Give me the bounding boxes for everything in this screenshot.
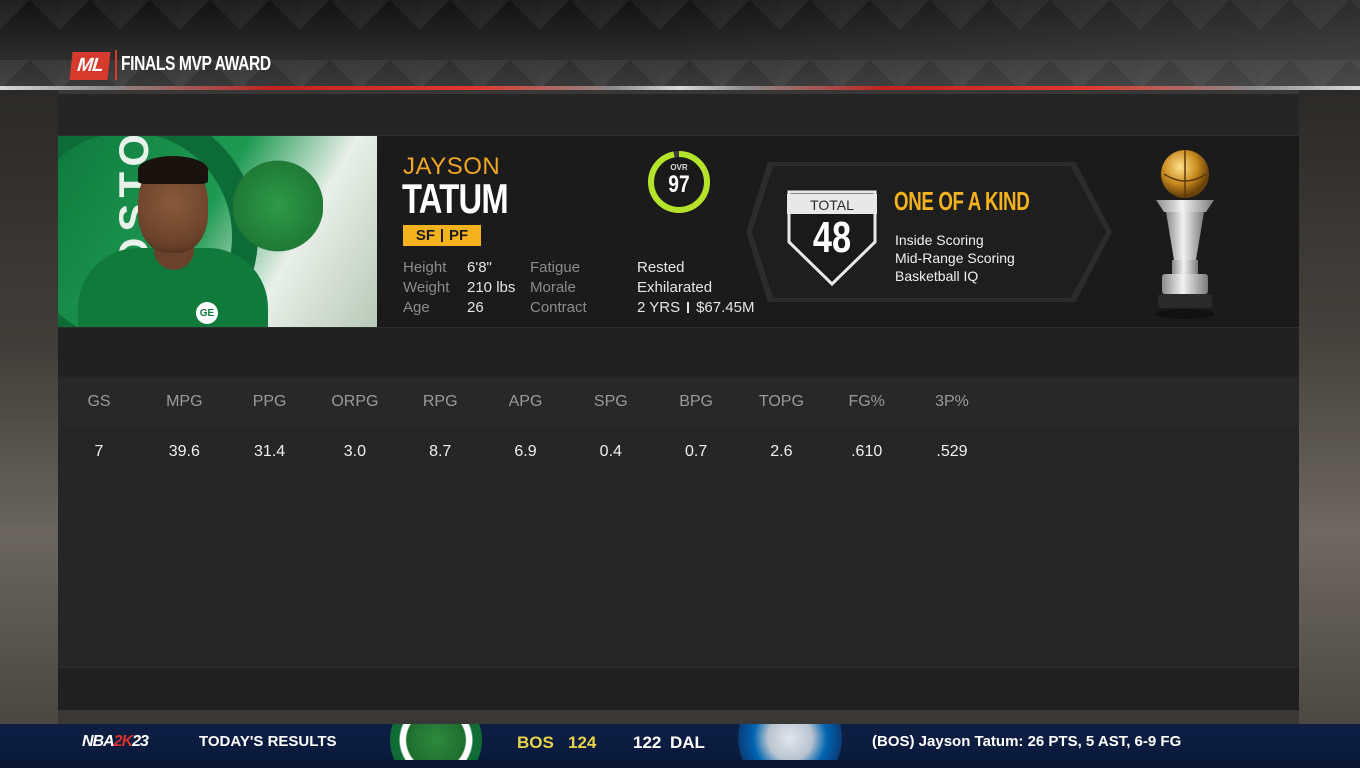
contract-label: Contract [530,299,587,316]
ovr-value: 97 [668,171,690,198]
stat-header: TOPG [758,393,804,410]
away-team: DAL [670,733,705,752]
bio-labels-2: Fatigue Morale Contract [530,258,587,318]
myleague-logo: ML [69,52,111,80]
weight-label: Weight [403,279,450,296]
ticker-bottom-bar [0,760,1360,768]
home-score: 124 [568,733,597,752]
player-last-name: TATUM [402,175,509,222]
backdrop-left [0,90,58,724]
stat-header: BPG [679,393,713,410]
stat-header: ORPG [331,393,379,410]
contract-years: 2 YRS [637,299,681,316]
finals-mvp-trophy-icon [1155,150,1215,319]
ovr-rating: OVR 97 [645,148,713,216]
stat-value: 6.9 [514,443,537,460]
logo-text: ML [76,55,104,76]
weight-value: 210 lbs [467,279,516,296]
position-divider [441,229,443,242]
stat-value: 39.6 [168,443,200,460]
brand-part: NBA [82,733,115,750]
position-badge: SF PF [403,225,481,246]
height-value: 6'8" [467,259,492,276]
sponsor-patch: GE [196,302,218,324]
contract-amount: $67.45M [696,299,755,316]
badge-item: Inside Scoring [895,232,984,248]
age-label: Age [403,299,430,316]
stat-value: 7 [94,443,104,460]
ticker-label: TODAY'S RESULTS [199,733,337,750]
bio-labels-1: Height Weight Age [403,258,449,318]
stat-header: APG [508,393,543,410]
brand-part: 2K [113,733,133,750]
player-photo: BOSTO GE [58,136,377,327]
stat-header: FG% [848,393,885,410]
panel-footer [58,667,1299,710]
celtics-logo-icon [390,724,482,760]
away-score: 122 [633,733,662,752]
stat-value: .529 [936,443,968,460]
clover-graphic [233,146,323,266]
stat-value: 3.0 [343,443,367,460]
page-title: FINALS MVP AWARD [121,53,271,75]
stat-value: 0.7 [684,443,708,460]
stat-header: GS [87,393,111,410]
badge-title: ONE OF A KIND [894,186,1030,216]
nba2k23-logo: NBA2K23 [82,733,149,751]
total-label: TOTAL [810,197,854,213]
backdrop-right [1299,90,1360,724]
header-separator [115,50,117,80]
panel-divider [58,327,1299,375]
brand-part: 23 [132,733,149,750]
position-primary: SF [415,227,435,244]
fatigue-value: Rested [637,259,685,276]
stat-value: 31.4 [254,443,286,460]
bio-values-2: Rested Exhilarated 2 YRS $67.45M [637,258,754,318]
stat-value: 2.6 [770,443,793,460]
stat-header: 3P% [935,393,969,410]
stat-value: .610 [851,443,883,460]
badge-item: Mid-Range Scoring [895,250,1015,266]
stat-value: 0.4 [599,443,622,460]
stat-header: SPG [593,393,628,410]
age-value: 26 [467,299,484,316]
home-team: BOS [517,733,554,752]
header-accent-line [0,86,1360,90]
mavericks-logo-icon [734,724,844,760]
bio-values-1: 6'8" 210 lbs 26 [467,258,515,318]
award-panel: BOSTO GE JAYSON TATUM SF PF Height Weigh… [58,94,1299,710]
height-label: Height [403,259,447,276]
player-hair [138,156,208,184]
contract-value: 2 YRS $67.45M [637,298,754,318]
stat-value: 8.7 [429,443,452,460]
fatigue-label: Fatigue [530,259,581,276]
morale-label: Morale [530,279,576,296]
position-secondary: PF [449,227,469,244]
ticker-headline: (BOS) Jayson Tatum: 26 PTS, 5 AST, 6-9 F… [872,733,1182,750]
badge-item: Basketball IQ [895,268,979,284]
total-value: 48 [812,213,852,262]
contract-divider [687,302,690,313]
stat-header: PPG [252,393,287,410]
panel-top-strip [58,94,1299,136]
stat-header: MPG [166,393,203,410]
badge-list: Inside Scoring Mid-Range Scoring Basketb… [895,231,1015,285]
player-card: BOSTO GE JAYSON TATUM SF PF Height Weigh… [58,136,1299,327]
stats-table: GS 7 MPG 39.6 PPG 31.4 ORPG 3.0 RPG 8.7 APG 6.9 SPG 0… [58,377,1299,667]
morale-value: Exhilarated [637,279,713,296]
stat-header: RPG [422,393,458,410]
